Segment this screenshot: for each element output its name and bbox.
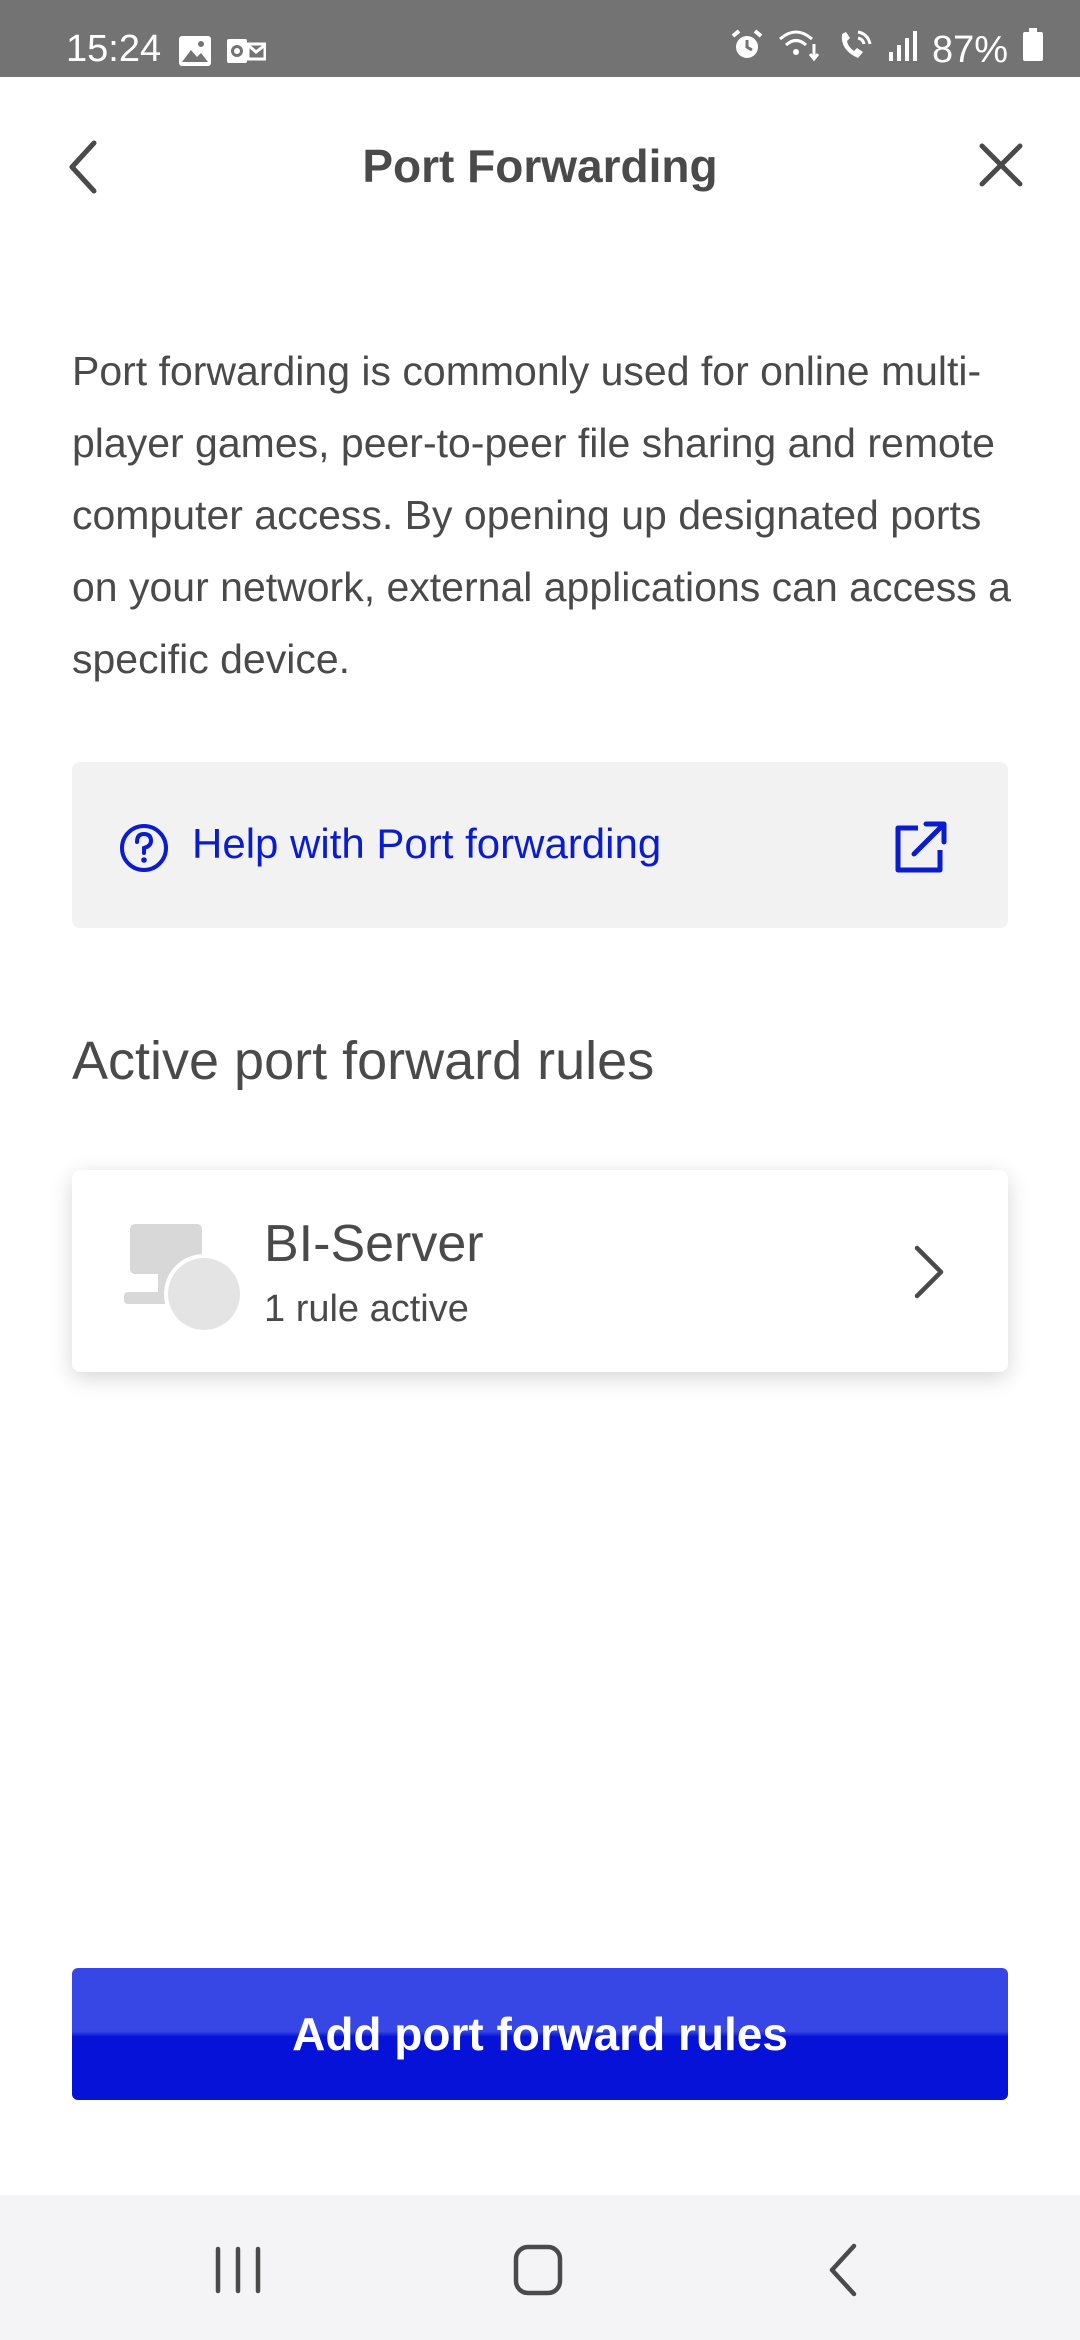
header: Port Forwarding xyxy=(0,77,1080,257)
page-title: Port Forwarding xyxy=(362,140,718,192)
add-port-forward-rules-button[interactable]: Add port forward rules xyxy=(72,1968,1008,2100)
signal-icon xyxy=(888,29,918,72)
description-text: Port forwarding is commonly used for onl… xyxy=(72,348,1011,682)
wifi-calling-icon xyxy=(778,28,822,72)
alarm-icon xyxy=(730,28,764,72)
help-circle-icon xyxy=(120,824,168,872)
system-nav-bar xyxy=(0,2195,1080,2340)
device-rule-card[interactable]: BI-Server 1 rule active xyxy=(72,1170,1008,1372)
system-back-button[interactable] xyxy=(826,2241,860,2299)
status-time: 15:24 xyxy=(66,28,162,70)
chevron-right-icon xyxy=(914,1245,944,1299)
outlook-icon xyxy=(226,34,267,77)
close-button[interactable] xyxy=(976,140,1026,190)
help-link-card[interactable]: Help with Port forwarding xyxy=(72,762,1008,928)
status-bar: 15:24 87% xyxy=(0,0,1080,77)
back-arrow-icon xyxy=(829,2243,857,2297)
device-name: BI-Server xyxy=(264,1215,484,1273)
home-icon xyxy=(513,2244,563,2296)
gallery-icon xyxy=(178,34,212,77)
device-rule-status: 1 rule active xyxy=(264,1288,469,1330)
volte-call-icon xyxy=(836,28,874,72)
help-link-label[interactable]: Help with Port forwarding xyxy=(192,820,661,868)
section-title: Active port forward rules xyxy=(72,1031,655,1091)
battery-percent: 87% xyxy=(931,28,1008,71)
computer-device-icon xyxy=(124,1224,244,1334)
recents-icon xyxy=(215,2246,261,2294)
battery-icon xyxy=(1022,28,1044,72)
external-link-icon xyxy=(895,821,947,873)
home-button[interactable] xyxy=(512,2243,564,2297)
recent-apps-button[interactable] xyxy=(212,2245,264,2295)
close-icon xyxy=(979,143,1023,187)
